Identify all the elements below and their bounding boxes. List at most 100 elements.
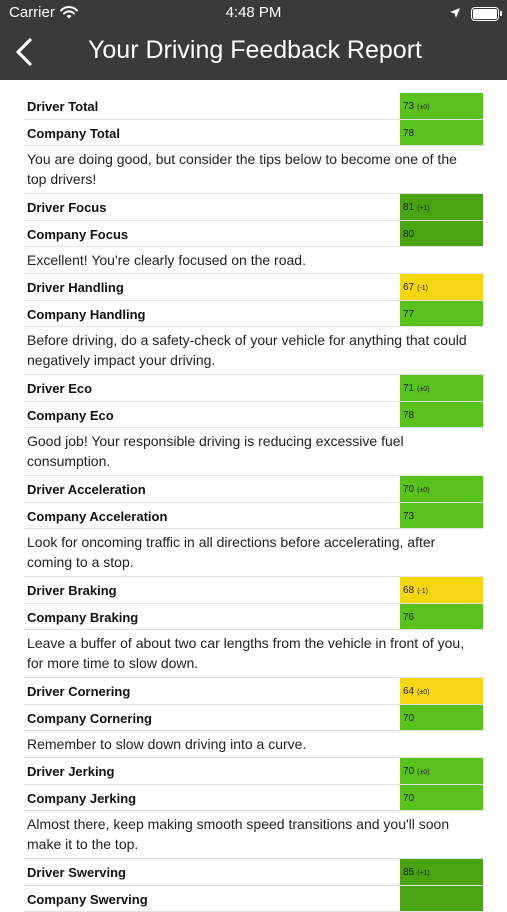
driver-score-delta: (+1) [417,870,430,877]
driver-score-value: 81(+1) [400,194,483,220]
feedback-tip-text: Good job! Your responsible driving is re… [24,428,483,476]
driver-score-value: 68(-1) [400,577,483,603]
company-score-row: Company Swerving [24,886,483,912]
driver-score-number: 70 [403,484,414,495]
company-score-number: 70 [403,713,414,724]
driver-score-label: Driver Total [27,99,98,114]
driver-score-value: 85(+1) [400,859,483,885]
driver-score-row: Driver Total 73(±0) [24,93,483,120]
company-score-value: 70 [400,785,483,811]
driver-score-value: 67(-1) [400,274,483,300]
driver-score-label: Driver Focus [27,200,106,215]
driver-score-row: Driver Jerking 70(±0) [24,758,483,785]
driver-score-label: Driver Cornering [27,684,130,699]
company-score-value: 78 [400,120,483,146]
driver-score-number: 81 [403,202,414,213]
driver-score-row: Driver Cornering 64(±0) [24,678,483,705]
company-score-value [400,886,483,912]
driver-score-delta: (-1) [417,588,428,595]
driver-score-number: 71 [403,383,414,394]
back-button[interactable] [10,34,40,70]
company-score-row: Company Acceleration 73 [24,503,483,530]
clock-time: 4:48 PM [0,4,507,21]
driver-score-row: Driver Acceleration 70(±0) [24,476,483,503]
driver-score-value: 70(±0) [400,476,483,502]
feedback-section: Driver Braking68(-1)Company Braking76Lea… [24,577,483,678]
company-score-number: 76 [403,612,414,623]
feedback-section: Driver Focus 81(+1) Company Focus 80Excelle… [24,194,483,274]
app-header: Carrier 4:48 PM Your Driving Feedback Re… [0,0,507,80]
page-title: Your Driving Feedback Report [88,36,422,65]
company-score-label: Company Jerking [27,791,136,806]
feedback-section: Driver Eco 71(±0) Company Eco 78 Good job! Y… [24,375,483,476]
company-score-label: Company Swerving [27,892,148,907]
company-score-row: Company Braking 76 [24,604,483,631]
feedback-section: Driver Swerving 85(+1) Company Swerving [24,859,483,912]
company-score-row: Company Handling 77 [24,301,483,328]
driver-score-delta: (±0) [417,487,429,494]
driver-score-row: Driver Braking 68(-1) [24,577,483,604]
driver-score-row: Driver Handling 67(-1) [24,274,483,301]
company-score-row: Company Jerking 70 [24,785,483,812]
driver-score-number: 68 [403,585,414,596]
company-score-number: 73 [403,511,414,522]
feedback-tip-text: You are doing good, but consider the tip… [24,146,483,194]
company-score-number: 78 [403,128,414,139]
driver-score-number: 73 [403,101,414,112]
driver-score-delta: (±0) [417,769,429,776]
feedback-tip-text: Excellent! You're clearly focused on the… [24,247,483,274]
driver-score-label: Driver Handling [27,280,124,295]
driver-score-label: Driver Jerking [27,764,114,779]
driver-score-delta: (±0) [417,386,429,393]
company-score-value: 73 [400,503,483,529]
company-score-label: Company Braking [27,610,138,625]
company-score-label: Company Focus [27,227,128,242]
company-score-label: Company Acceleration [27,509,167,524]
driver-score-label: Driver Braking [27,583,117,598]
driver-score-delta: (±0) [417,104,429,111]
feedback-tip-text: Remember to slow down driving into a cur… [24,731,483,758]
driver-score-delta: (±0) [417,689,429,696]
company-score-row: Company Eco 78 [24,402,483,429]
feedback-section: Driver Total 73(±0) Company Total 78 You are… [24,93,483,194]
driver-score-label: Driver Swerving [27,865,126,880]
company-score-number: 77 [403,309,414,320]
chevron-left-icon [10,34,40,70]
company-score-label: Company Cornering [27,711,152,726]
driver-score-value: 70(±0) [400,758,483,784]
company-score-value: 77 [400,301,483,327]
location-arrow-icon [449,6,461,23]
driver-score-row: Driver Swerving 85(+1) [24,859,483,886]
feedback-section: Driver Handling 67(-1) Company Handling 77 B… [24,274,483,375]
driver-score-value: 73(±0) [400,93,483,119]
driver-score-number: 70 [403,766,414,777]
driver-score-row: Driver Eco 71(±0) [24,375,483,402]
navigation-bar: Your Driving Feedback Report [0,28,507,74]
feedback-section: Driver Jerking70(±0)Company Jerking70Alm… [24,758,483,859]
feedback-tip-text: Almost there, keep making smooth speed t… [24,811,483,859]
company-score-value: 80 [400,221,483,247]
driver-score-delta: (+1) [417,205,430,212]
driver-score-row: Driver Focus 81(+1) [24,194,483,221]
company-score-number: 78 [403,410,414,421]
company-score-label: Company Total [27,126,120,141]
company-score-row: Company Focus 80 [24,221,483,248]
feedback-report-list[interactable]: Driver Total73(±0)Company Total78You are… [24,93,483,912]
driver-score-delta: (-1) [417,285,428,292]
driver-score-value: 71(±0) [400,375,483,401]
company-score-row: Company Cornering 70 [24,705,483,732]
feedback-tip-text: Look for oncoming traffic in all directi… [24,529,483,577]
battery-icon [471,7,499,21]
company-score-label: Company Handling [27,307,145,322]
driver-score-label: Driver Acceleration [27,482,146,497]
driver-score-number: 67 [403,282,414,293]
status-bar: Carrier 4:48 PM [0,4,507,24]
company-score-value: 78 [400,402,483,428]
feedback-section: Driver Cornering 64(±0) Company Cornering 7… [24,678,483,758]
feedback-section: Driver Acceleration70(±0)Company Acceler… [24,476,483,577]
company-score-label: Company Eco [27,408,114,423]
driver-score-label: Driver Eco [27,381,92,396]
driver-score-number: 85 [403,867,414,878]
driver-score-value: 64(±0) [400,678,483,704]
feedback-tip-text: Before driving, do a safety-check of you… [24,327,483,375]
